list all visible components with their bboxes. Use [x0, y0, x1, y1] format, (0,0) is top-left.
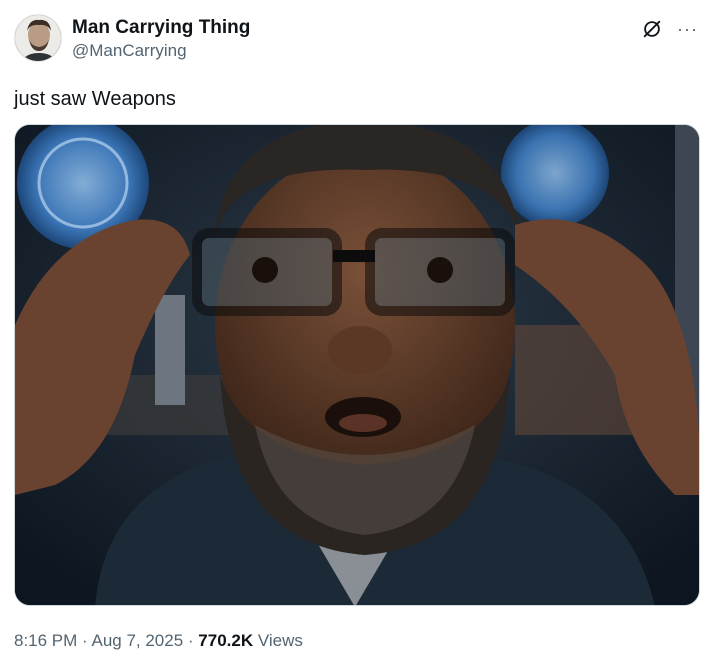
- tweet-metadata: 8:16 PM · Aug 7, 2025 · 770.2K Views: [14, 630, 303, 652]
- tweet-time[interactable]: 8:16 PM: [14, 631, 77, 650]
- user-handle[interactable]: @ManCarrying: [72, 40, 250, 62]
- meta-separator: ·: [183, 631, 199, 650]
- tweet-media-image[interactable]: [14, 124, 700, 606]
- views-count[interactable]: 770.2K: [198, 631, 253, 650]
- grok-icon[interactable]: [641, 18, 663, 40]
- avatar[interactable]: [14, 14, 62, 62]
- avatar-image: [15, 15, 61, 61]
- display-name[interactable]: Man Carrying Thing: [72, 16, 250, 40]
- author-names: Man Carrying Thing @ManCarrying: [72, 16, 250, 62]
- header-actions: ···: [641, 18, 698, 40]
- more-options-icon[interactable]: ···: [677, 20, 698, 38]
- tweet-header: Man Carrying Thing @ManCarrying ···: [14, 14, 702, 66]
- tweet-date[interactable]: Aug 7, 2025: [91, 631, 183, 650]
- meta-separator: ·: [77, 631, 92, 650]
- media-photo: [15, 125, 699, 605]
- views-label: Views: [253, 631, 303, 650]
- tweet-text: just saw Weapons: [14, 88, 176, 110]
